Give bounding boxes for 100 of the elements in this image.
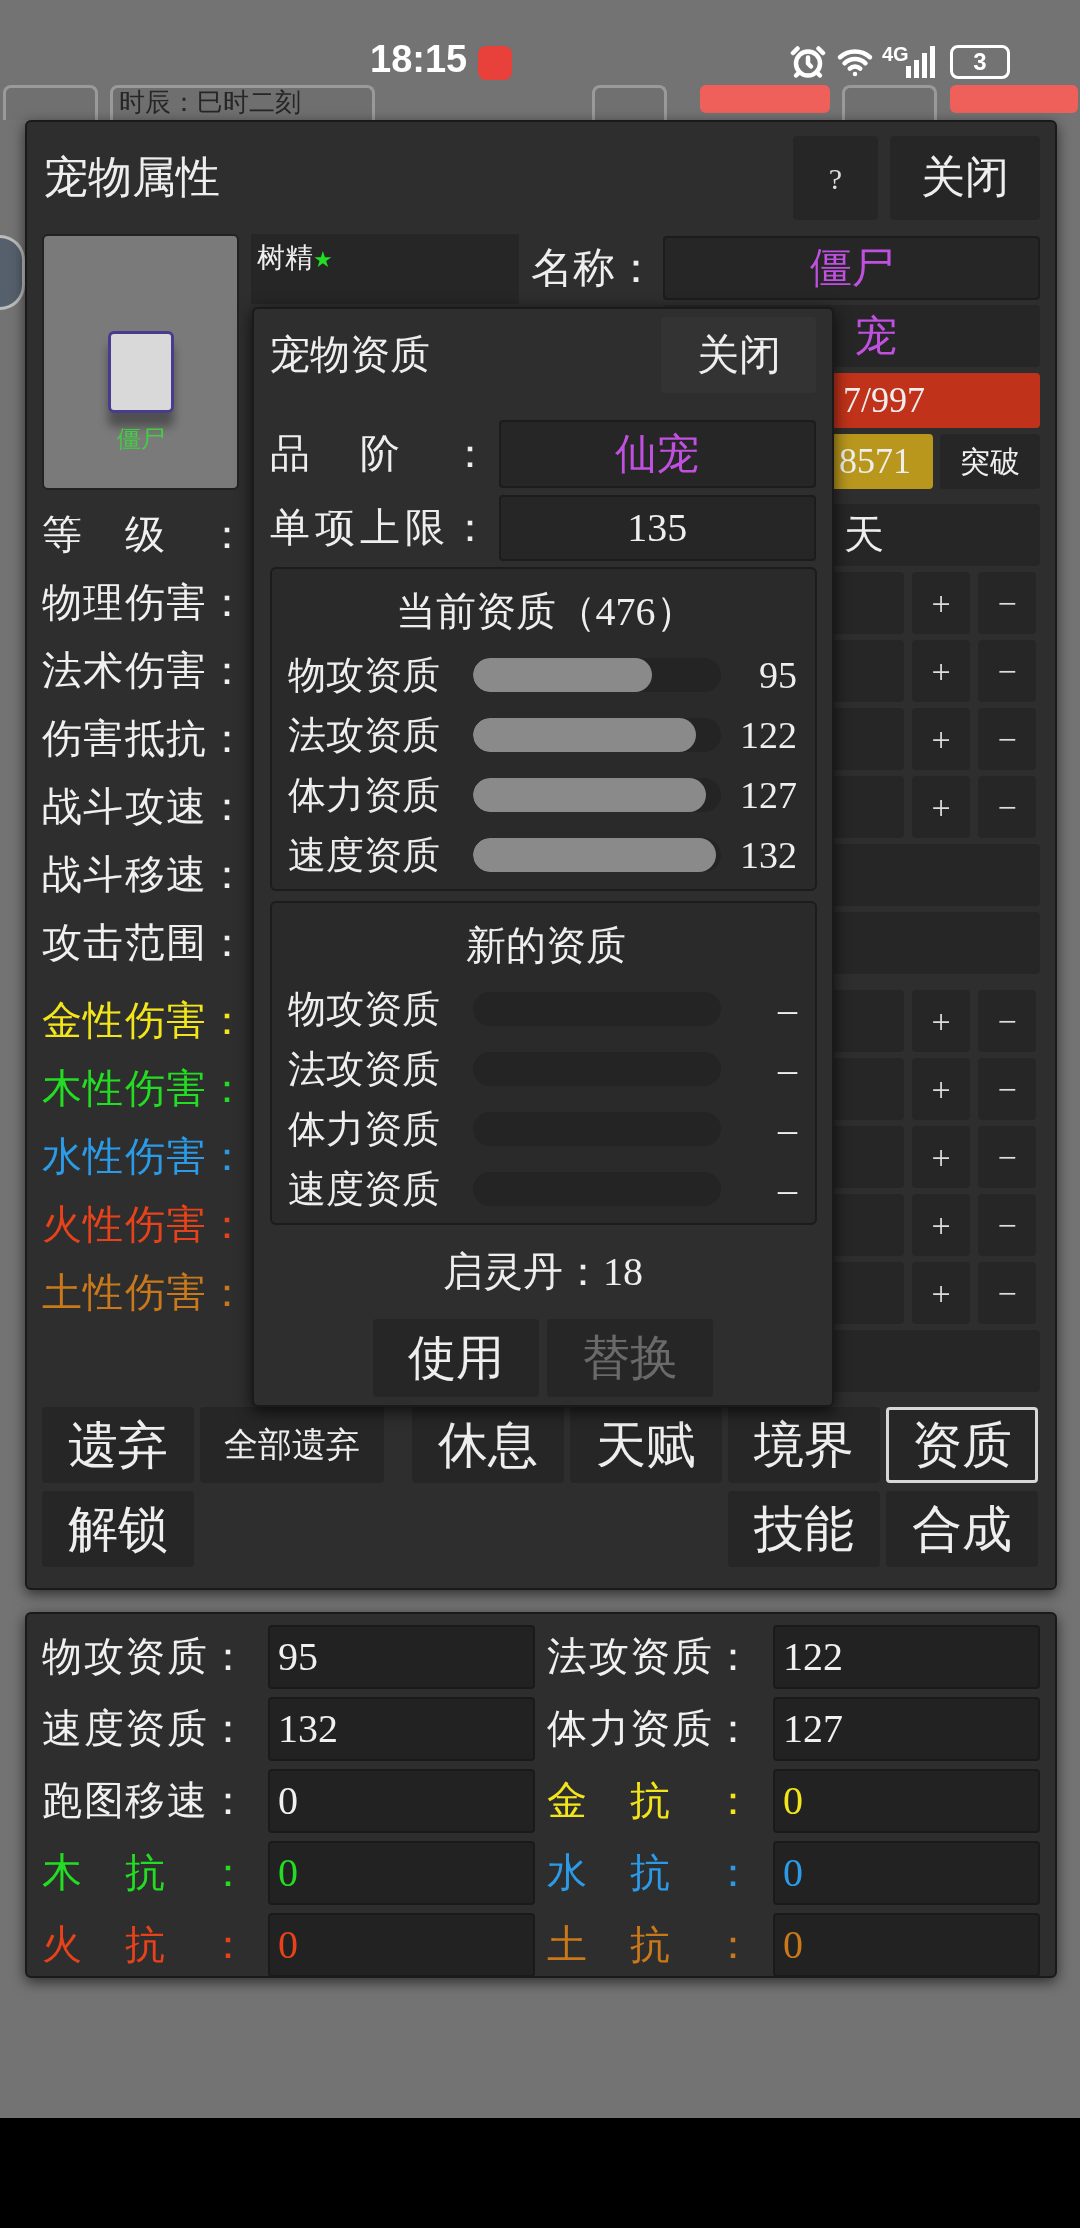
aptitude-value: – bbox=[776, 1050, 799, 1088]
grade-label: 品阶： bbox=[270, 434, 490, 474]
cap-label: 单项上限： bbox=[270, 508, 490, 548]
stat-label: 木性伤害： bbox=[42, 1069, 247, 1109]
aptitude-label: 物攻资质 bbox=[288, 656, 441, 694]
stat-label: 水性伤害： bbox=[42, 1137, 247, 1177]
app-notification-icon bbox=[478, 46, 512, 80]
breakthrough-button[interactable]: 突破 bbox=[940, 433, 1040, 489]
summary-field: 95 bbox=[268, 1625, 535, 1689]
aptitude-label: 法攻资质 bbox=[288, 716, 441, 754]
aptitude-value: – bbox=[776, 990, 799, 1028]
minus-button[interactable]: − bbox=[978, 776, 1036, 838]
plus-button[interactable]: + bbox=[912, 1262, 970, 1324]
summary-field: 0 bbox=[268, 1913, 535, 1977]
dialog-title: 宠物资质 bbox=[270, 335, 430, 375]
section-title: 新的资质 bbox=[465, 926, 626, 966]
aptitude-value: – bbox=[776, 1110, 799, 1148]
signal-icon bbox=[906, 46, 936, 78]
stat-label: 等级： bbox=[42, 515, 247, 555]
plus-button[interactable]: + bbox=[912, 776, 970, 838]
summary-field: 0 bbox=[773, 1841, 1040, 1905]
plus-button[interactable]: + bbox=[912, 1126, 970, 1188]
summary-field: 122 bbox=[773, 1625, 1040, 1689]
clock-time: 18:15 bbox=[370, 40, 468, 78]
stat-label: 法术伤害： bbox=[42, 651, 247, 691]
action-button[interactable]: 合成 bbox=[886, 1491, 1038, 1567]
pet-tag-text: 树精 bbox=[257, 242, 313, 273]
minus-button[interactable]: − bbox=[978, 708, 1036, 770]
summary-label: 法攻资质： bbox=[547, 1637, 753, 1677]
stat-label: 物理伤害： bbox=[42, 583, 247, 623]
minus-button[interactable]: − bbox=[978, 1194, 1036, 1256]
stat-label: 攻击范围： bbox=[42, 923, 247, 963]
dialog-button[interactable]: 使用 bbox=[373, 1319, 539, 1397]
summary-field: 0 bbox=[773, 1769, 1040, 1833]
minus-button[interactable]: − bbox=[978, 990, 1036, 1052]
action-button[interactable]: 全部遗弃 bbox=[200, 1407, 384, 1483]
close-button[interactable]: 关闭 bbox=[890, 136, 1040, 220]
action-button[interactable]: 资质 bbox=[886, 1407, 1038, 1483]
minus-button[interactable]: − bbox=[978, 1058, 1036, 1120]
summary-field: 127 bbox=[773, 1697, 1040, 1761]
summary-label: 体力资质： bbox=[547, 1709, 753, 1749]
stat-label: 伤害抵抗： bbox=[42, 719, 247, 759]
action-button[interactable]: 解锁 bbox=[42, 1491, 194, 1567]
name-field: 僵尸 bbox=[663, 235, 1040, 300]
summary-label: 火抗： bbox=[42, 1925, 248, 1965]
plus-button[interactable]: + bbox=[912, 1194, 970, 1256]
aptitude-label: 体力资质 bbox=[288, 1110, 441, 1148]
summary-label: 跑图移速： bbox=[42, 1781, 248, 1821]
cap-field: 135 bbox=[498, 495, 816, 561]
aptitude-label: 速度资质 bbox=[288, 836, 441, 874]
action-button[interactable]: 遗弃 bbox=[42, 1407, 194, 1483]
stat-label: 战斗攻速： bbox=[42, 787, 247, 827]
pet-card-icon bbox=[107, 331, 174, 413]
portrait-name: 僵尸 bbox=[116, 427, 165, 451]
aptitude-value: 132 bbox=[739, 836, 798, 874]
summary-field: 0 bbox=[773, 1913, 1040, 1977]
action-button[interactable]: 天赋 bbox=[570, 1407, 722, 1483]
background-button[interactable] bbox=[842, 85, 937, 120]
aptitude-label: 速度资质 bbox=[288, 1170, 441, 1208]
section-title: 当前资质（476） bbox=[395, 592, 696, 632]
aptitude-value: 127 bbox=[739, 776, 798, 814]
clock-text: 时辰：巳时二刻 bbox=[119, 88, 301, 117]
summary-field: 0 bbox=[268, 1769, 535, 1833]
plus-button[interactable]: + bbox=[912, 708, 970, 770]
action-button[interactable]: 境界 bbox=[728, 1407, 880, 1483]
aptitude-value: 122 bbox=[739, 716, 798, 754]
alarm-icon bbox=[790, 44, 826, 80]
panel-title: 宠物属性 bbox=[44, 156, 220, 200]
stat-label: 金性伤害： bbox=[42, 1001, 247, 1041]
stat-label: 战斗移速： bbox=[42, 855, 247, 895]
battery-icon: 3 bbox=[950, 45, 1010, 79]
summary-field: 0 bbox=[268, 1841, 535, 1905]
aptitude-value: 95 bbox=[758, 656, 798, 694]
aptitude-label: 物攻资质 bbox=[288, 990, 441, 1028]
summary-label: 木抗： bbox=[42, 1853, 248, 1893]
network-type: 4G bbox=[882, 44, 909, 64]
pill-count: 启灵丹：18 bbox=[443, 1252, 643, 1292]
background-button[interactable] bbox=[3, 85, 98, 120]
minus-button[interactable]: − bbox=[978, 572, 1036, 634]
name-label: 名称： bbox=[531, 246, 658, 289]
summary-label: 土抗： bbox=[547, 1925, 753, 1965]
help-button[interactable]: ? bbox=[793, 136, 878, 220]
aptitude-value: – bbox=[776, 1170, 799, 1208]
star-icon: ★ bbox=[313, 247, 333, 272]
plus-button[interactable]: + bbox=[912, 990, 970, 1052]
plus-button[interactable]: + bbox=[912, 572, 970, 634]
minus-button[interactable]: − bbox=[978, 1262, 1036, 1324]
plus-button[interactable]: + bbox=[912, 640, 970, 702]
stat-field: 天 bbox=[832, 504, 1040, 566]
summary-label: 速度资质： bbox=[42, 1709, 248, 1749]
stat-label: 土性伤害： bbox=[42, 1273, 247, 1313]
minus-button[interactable]: − bbox=[978, 640, 1036, 702]
aptitude-label: 法攻资质 bbox=[288, 1050, 441, 1088]
background-button[interactable] bbox=[592, 85, 667, 120]
close-button[interactable]: 关闭 bbox=[661, 317, 816, 393]
plus-button[interactable]: + bbox=[912, 1058, 970, 1120]
action-button[interactable]: 休息 bbox=[412, 1407, 564, 1483]
summary-label: 金抗： bbox=[547, 1781, 753, 1821]
action-button[interactable]: 技能 bbox=[728, 1491, 880, 1567]
minus-button[interactable]: − bbox=[978, 1126, 1036, 1188]
